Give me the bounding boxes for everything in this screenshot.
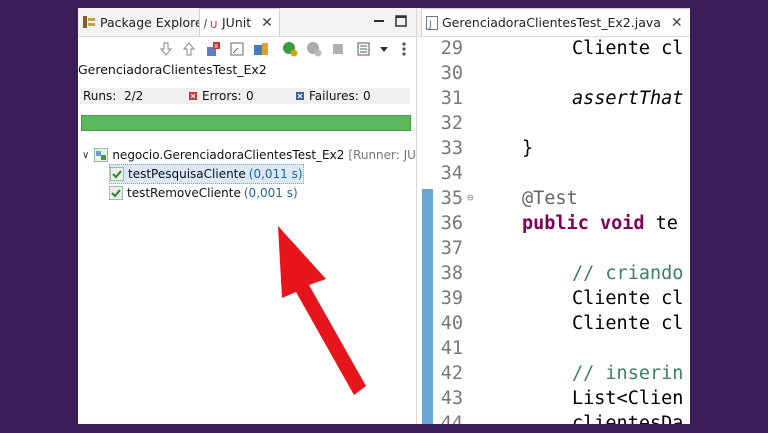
svg-text:J: J	[204, 17, 207, 30]
fold-icon[interactable]: ⊖	[467, 191, 474, 204]
minimize-icon[interactable]	[372, 14, 386, 28]
junit-icon: JU	[204, 17, 217, 30]
view-tab-bar: Package Explorer JU JUnit ✕	[78, 8, 416, 37]
previous-failure-icon[interactable]	[181, 41, 197, 57]
code-editor[interactable]: J GerenciadoraClientesTest_Ex2.java ✕ 29…	[417, 8, 690, 424]
test-name: testRemoveCliente	[127, 186, 241, 200]
show-failures-only-icon[interactable]: x	[205, 41, 221, 57]
test-passed-icon	[109, 186, 123, 200]
runs-label: Runs:	[83, 89, 117, 103]
failure-icon	[296, 92, 304, 100]
tree-suite-row[interactable]: ∨ negocio.GerenciadoraClientesTest_Ex2 […	[82, 146, 448, 164]
svg-text:U: U	[210, 20, 217, 30]
stop-icon[interactable]	[330, 41, 346, 57]
tab-package-explorer[interactable]: Package Explorer	[82, 8, 208, 36]
tab-junit[interactable]: JU JUnit ✕	[199, 8, 280, 36]
test-progress-bar	[81, 115, 411, 131]
close-icon[interactable]: ✕	[671, 15, 683, 31]
error-icon	[189, 92, 197, 100]
test-name: testPesquisaCliente	[128, 167, 246, 181]
rerun-failures-first-icon[interactable]	[306, 41, 322, 57]
runs-value: 2/2	[124, 89, 144, 103]
java-file-icon: J	[426, 15, 438, 30]
tab-package-explorer-label: Package Explorer	[100, 14, 208, 30]
change-ruler	[422, 189, 433, 424]
tab-junit-label: JUnit	[222, 15, 252, 30]
test-time: (0,001 s)	[243, 186, 298, 200]
maximize-icon[interactable]	[394, 14, 408, 28]
rerun-test-icon[interactable]	[282, 41, 298, 57]
chevron-down-icon[interactable]: ∨	[82, 150, 89, 161]
failures-value: 0	[363, 89, 371, 103]
next-failure-icon[interactable]	[158, 41, 174, 57]
test-suite-icon	[94, 148, 109, 162]
chevron-down-icon[interactable]	[376, 41, 392, 57]
failures-label: Failures:	[309, 89, 359, 103]
test-time: (0,011 s)	[248, 167, 303, 181]
errors-label: Errors:	[202, 89, 242, 103]
eclipse-window: Package Explorer JU JUnit ✕ x Gerenciado…	[78, 8, 690, 424]
svg-text:J: J	[428, 20, 432, 30]
suite-name: negocio.GerenciadoraClientesTest_Ex2	[112, 148, 345, 162]
close-icon[interactable]: ✕	[261, 15, 273, 31]
junit-view: Package Explorer JU JUnit ✕ x Gerenciado…	[78, 8, 448, 424]
editor-tab[interactable]: J GerenciadoraClientesTest_Ex2.java ✕	[421, 8, 690, 36]
test-run-history-icon[interactable]	[356, 41, 372, 57]
junit-toolbar: x	[78, 36, 416, 62]
editor-tab-label: GerenciadoraClientesTest_Ex2.java	[442, 15, 661, 30]
tree-test-row[interactable]: testRemoveCliente (0,001 s)	[109, 184, 298, 202]
errors-value: 0	[246, 89, 254, 103]
tree-test-row[interactable]: testPesquisaCliente (0,011 s)	[109, 164, 304, 184]
svg-text:x: x	[214, 42, 218, 50]
package-explorer-icon	[83, 16, 95, 28]
test-counters: Runs: 2/2 Errors: 0 Failures: 0	[80, 88, 410, 104]
editor-tab-bar: J GerenciadoraClientesTest_Ex2.java ✕	[417, 8, 690, 37]
show-skipped-icon[interactable]	[253, 41, 269, 57]
test-run-title: GerenciadoraClientesTest_Ex2	[78, 62, 267, 77]
view-menu-icon[interactable]	[396, 41, 412, 57]
test-passed-icon	[110, 167, 124, 181]
scroll-lock-icon[interactable]	[229, 41, 245, 57]
